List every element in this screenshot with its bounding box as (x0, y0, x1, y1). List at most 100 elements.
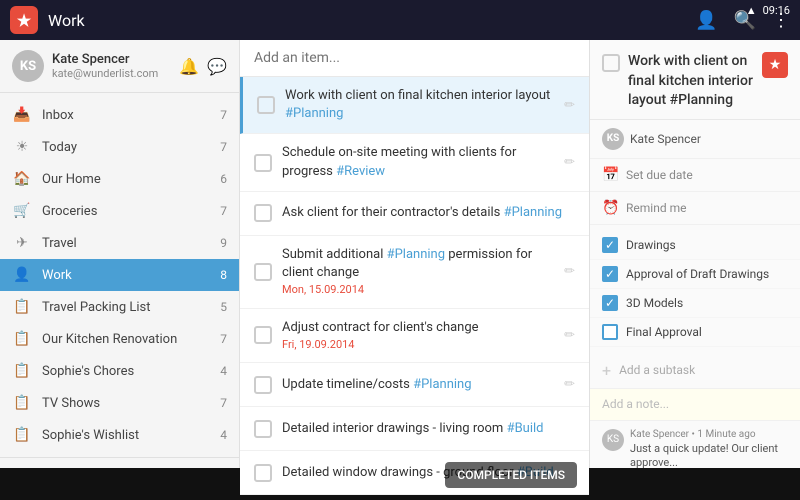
sidebar-item-groceries[interactable]: 🛒 Groceries 7 (0, 195, 239, 227)
task-date: Fri, 19.09.2014 (282, 337, 564, 352)
task-checkbox[interactable] (254, 326, 272, 344)
subtask-item[interactable]: Final Approval (590, 318, 800, 347)
detail-assignee[interactable]: KS Kate Spencer (590, 120, 800, 159)
completed-items-button[interactable]: COMPLETED ITEMS (445, 462, 577, 488)
subtask-label: 3D Models (626, 296, 788, 310)
task-checkbox[interactable] (254, 464, 272, 482)
task-item[interactable]: Submit additional #Planning permission f… (240, 236, 589, 309)
due-date-label: Set due date (626, 168, 693, 182)
nav-icon-today: ☀ (12, 139, 32, 155)
task-text: Work with client on final kitchen interi… (285, 87, 564, 123)
task-checkbox[interactable] (254, 376, 272, 394)
chat-icon[interactable]: 💬 (207, 57, 227, 76)
task-actions: ✏ (564, 264, 575, 279)
edit-icon[interactable]: ✏ (564, 377, 575, 392)
nav-count-travel: 9 (220, 236, 227, 250)
comment-body: Kate Spencer • 1 Minute ago Just a quick… (630, 429, 788, 471)
edit-icon[interactable]: ✏ (564, 328, 575, 343)
sidebar-item-tv-shows[interactable]: 📋 TV Shows 7 (0, 387, 239, 419)
comment-text: Just a quick update! Our client approve.… (630, 442, 788, 471)
task-text: Detailed interior drawings - living room… (282, 420, 575, 438)
avatar: KS (12, 50, 44, 82)
time-display: 09:16 (763, 4, 790, 17)
subtask-checkbox[interactable]: ✓ (602, 295, 618, 311)
task-checkbox[interactable] (254, 154, 272, 172)
task-item[interactable]: Work with client on final kitchen interi… (240, 77, 589, 134)
edit-icon[interactable]: ✏ (564, 98, 575, 113)
task-date: Mon, 15.09.2014 (282, 282, 564, 297)
sidebar-item-inbox[interactable]: 📥 Inbox 7 (0, 99, 239, 131)
sidebar-item-travel[interactable]: ✈ Travel 9 (0, 227, 239, 259)
detail-task-checkbox[interactable] (602, 54, 620, 72)
subtask-item[interactable]: ✓ 3D Models (590, 289, 800, 318)
task-item[interactable]: Adjust contract for client's change Fri,… (240, 309, 589, 364)
detail-star-button[interactable]: ★ (762, 52, 788, 78)
note-placeholder: Add a note... (602, 397, 669, 411)
sidebar-item-kitchen-reno[interactable]: 📋 Our Kitchen Renovation 7 (0, 323, 239, 355)
nav-count-travel-packing: 5 (220, 300, 227, 314)
nav-icon-sophies-chores: 📋 (12, 363, 32, 379)
subtask-checkbox[interactable] (602, 324, 618, 340)
status-bar: ▲ 09:16 (746, 4, 790, 17)
due-date-row[interactable]: 📅 Set due date (590, 159, 800, 192)
sidebar-item-today[interactable]: ☀ Today 7 (0, 131, 239, 163)
subtask-checkbox[interactable]: ✓ (602, 237, 618, 253)
notifications-icon[interactable]: 🔔 (179, 57, 199, 76)
task-item[interactable]: Update timeline/costs #Planning ✏ (240, 363, 589, 407)
subtask-item[interactable]: ✓ Drawings (590, 231, 800, 260)
task-actions: ✏ (564, 98, 575, 113)
edit-icon[interactable]: ✏ (564, 155, 575, 170)
nav-icon-sophies-wishlist: 📋 (12, 427, 32, 443)
nav-count-sophies-chores: 4 (220, 364, 227, 378)
nav-label-travel: Travel (42, 236, 220, 251)
detail-task-title: Work with client on final kitchen interi… (628, 52, 754, 111)
task-text: Adjust contract for client's change Fri,… (282, 319, 564, 353)
task-panel: Work with client on final kitchen interi… (240, 40, 590, 500)
task-text-content: Work with client on final kitchen interi… (285, 88, 550, 103)
nav-label-sophies-chores: Sophie's Chores (42, 364, 220, 379)
task-text-content: Detailed interior drawings - living room (282, 421, 507, 436)
task-text-content: Update timeline/costs (282, 377, 413, 392)
add-item-input[interactable] (254, 50, 575, 66)
nav-icon-inbox: 📥 (12, 107, 32, 123)
remind-label: Remind me (626, 201, 686, 215)
comment-item: KS Kate Spencer • 1 Minute ago Just a qu… (602, 429, 788, 471)
remind-row[interactable]: ⏰ Remind me (590, 192, 800, 225)
user-section: KS Kate Spencer kate@wunderlist.com 🔔 💬 (0, 40, 239, 93)
task-checkbox[interactable] (254, 204, 272, 222)
sidebar-item-sophies-chores[interactable]: 📋 Sophie's Chores 4 (0, 355, 239, 387)
task-tag: #Planning (504, 205, 562, 220)
task-tag: #Build (507, 421, 544, 436)
subtask-section: ✓ Drawings ✓ Approval of Draft Drawings … (590, 225, 800, 353)
sidebar-item-sophies-wishlist[interactable]: 📋 Sophie's Wishlist 4 (0, 419, 239, 451)
task-item[interactable]: Detailed interior drawings - living room… (240, 407, 589, 451)
sidebar-item-our-home[interactable]: 🏠 Our Home 6 (0, 163, 239, 195)
subtask-item[interactable]: ✓ Approval of Draft Drawings (590, 260, 800, 289)
task-checkbox[interactable] (254, 420, 272, 438)
task-text: Submit additional #Planning permission f… (282, 246, 564, 298)
nav-icon-travel: ✈ (12, 235, 32, 251)
sidebar-item-work[interactable]: 👤 Work 8 (0, 259, 239, 291)
add-subtask-label: Add a subtask (619, 363, 695, 377)
nav-count-kitchen-reno: 7 (220, 332, 227, 346)
nav-count-our-home: 6 (220, 172, 227, 186)
task-item[interactable]: Ask client for their contractor's detail… (240, 192, 589, 236)
task-text: Schedule on-site meeting with clients fo… (282, 144, 564, 180)
task-item[interactable]: Schedule on-site meeting with clients fo… (240, 134, 589, 191)
profile-icon[interactable]: 👤 (695, 10, 717, 31)
task-text-content: Submit additional (282, 247, 387, 262)
subtask-checkbox[interactable]: ✓ (602, 266, 618, 282)
task-tag: #Planning (387, 247, 445, 262)
add-subtask-button[interactable]: + Add a subtask (590, 353, 800, 389)
note-area[interactable]: Add a note... (590, 389, 800, 421)
task-checkbox[interactable] (254, 263, 272, 281)
nav-icon-travel-packing: 📋 (12, 299, 32, 315)
sidebar-item-travel-packing[interactable]: 📋 Travel Packing List 5 (0, 291, 239, 323)
detail-panel: Work with client on final kitchen interi… (590, 40, 800, 500)
edit-icon[interactable]: ✏ (564, 264, 575, 279)
calendar-icon: 📅 (602, 167, 618, 183)
task-checkbox[interactable] (257, 96, 275, 114)
nav-icon-groceries: 🛒 (12, 203, 32, 219)
wifi-icon: ▲ (746, 4, 757, 17)
nav-label-kitchen-reno: Our Kitchen Renovation (42, 332, 220, 347)
